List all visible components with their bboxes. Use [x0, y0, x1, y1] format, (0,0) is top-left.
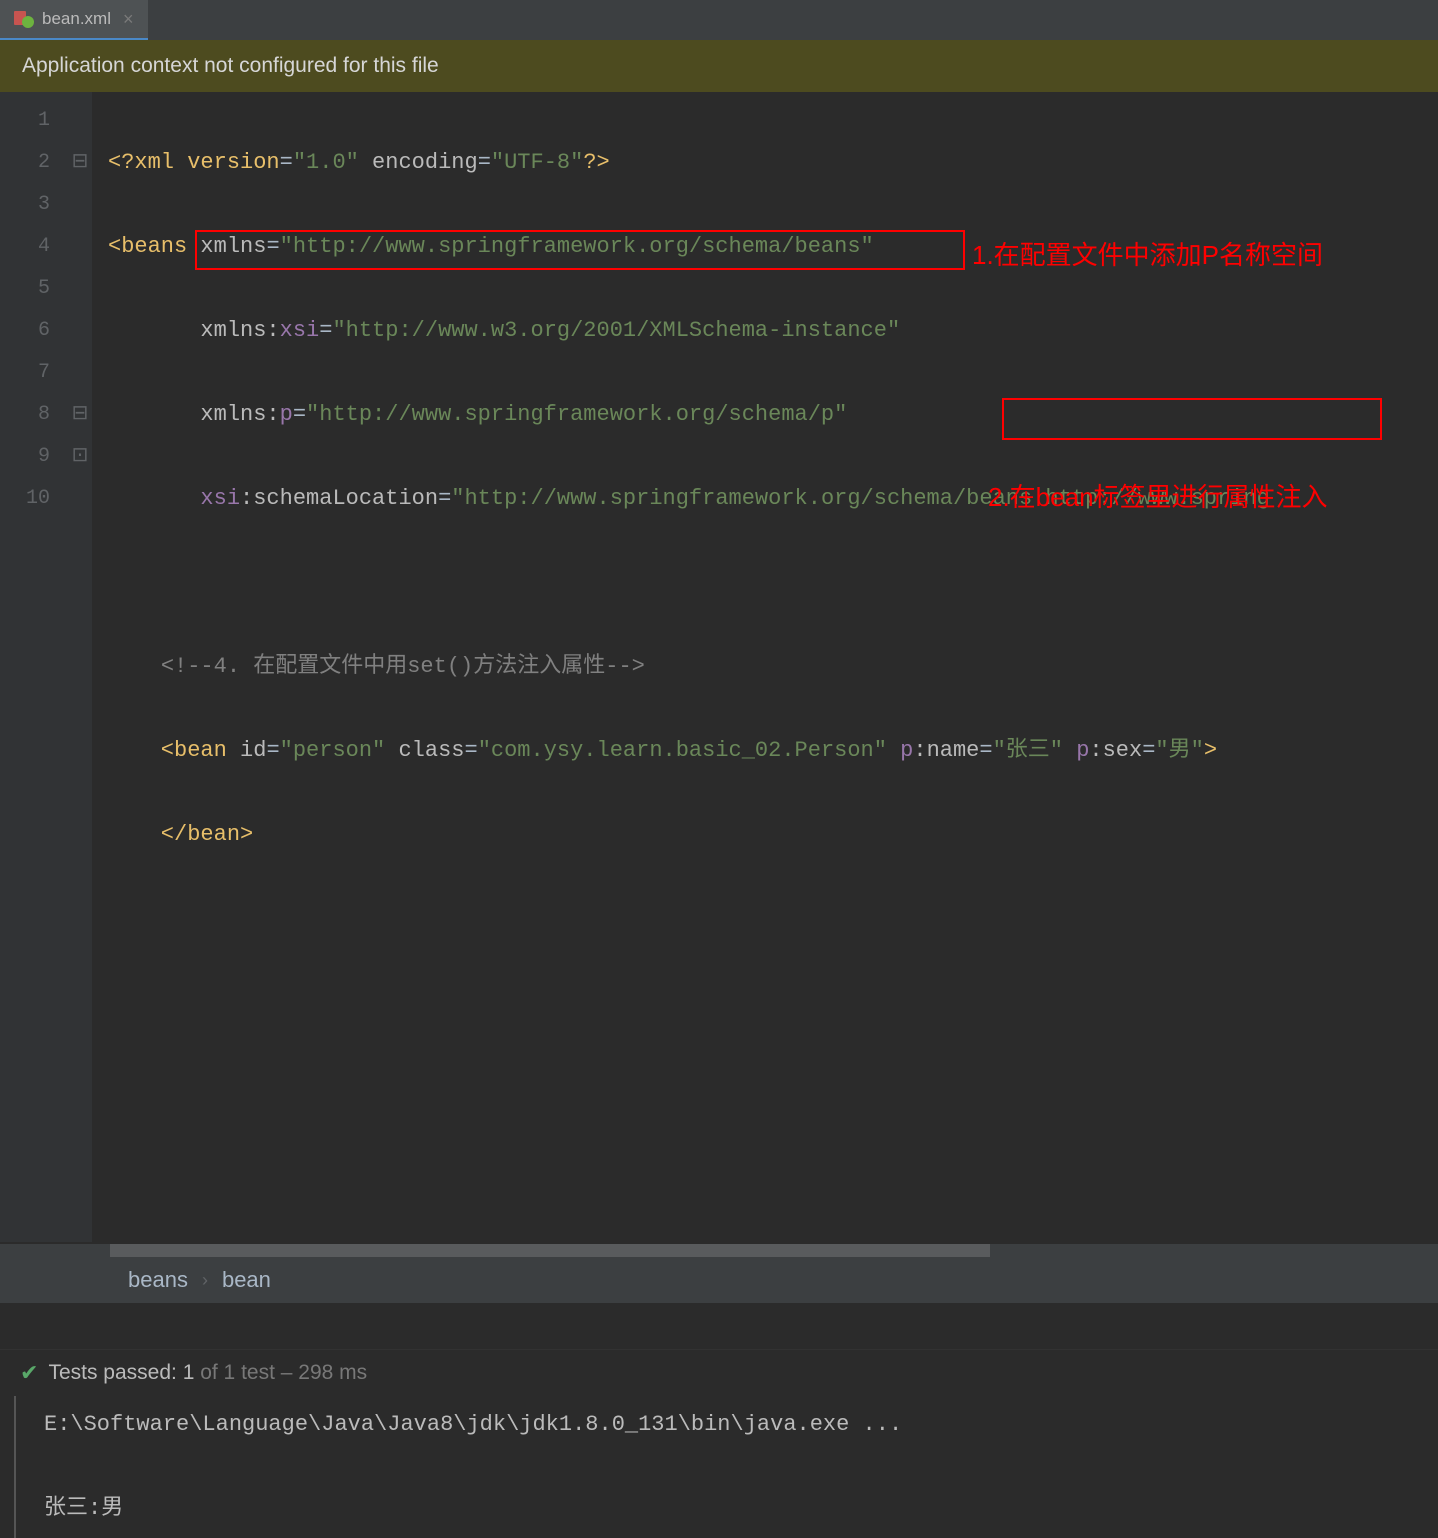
breadcrumb-item[interactable]: beans — [128, 1267, 188, 1293]
scrollbar-thumb[interactable] — [110, 1244, 990, 1257]
breadcrumb-item[interactable]: bean — [222, 1267, 271, 1293]
line-number[interactable]: 3 — [0, 184, 50, 226]
editor-area: 1 2 3 4 5 6 7 8 9 10 ⊟ ⊟ ⊡ <?xml version… — [0, 92, 1438, 1242]
terminal-line — [44, 1446, 1410, 1488]
line-number-gutter: 1 2 3 4 5 6 7 8 9 10 — [0, 92, 68, 1242]
editor-tab[interactable]: bean.xml × — [0, 0, 148, 40]
line-number[interactable]: 8 — [0, 394, 50, 436]
annotation-text-2: 2.在bean标签里进行属性注入 — [988, 476, 1328, 518]
terminal-line: 张三:男 — [44, 1488, 1410, 1530]
fold-collapse-icon[interactable]: ⊟ — [68, 142, 92, 184]
check-icon: ✔ — [20, 1360, 38, 1386]
breadcrumb-separator-icon: › — [202, 1270, 208, 1291]
line-number[interactable]: 6 — [0, 310, 50, 352]
line-number[interactable]: 5 — [0, 268, 50, 310]
line-number[interactable]: 10 — [0, 478, 50, 520]
terminal-output[interactable]: E:\Software\Language\Java\Java8\jdk\jdk1… — [14, 1396, 1438, 1538]
terminal-line: E:\Software\Language\Java\Java8\jdk\jdk1… — [44, 1404, 1410, 1446]
context-banner[interactable]: Application context not configured for t… — [0, 40, 1438, 92]
horizontal-scrollbar[interactable] — [0, 1244, 1438, 1257]
breadcrumb-bar: beans › bean — [0, 1257, 1438, 1303]
fold-gutter: ⊟ ⊟ ⊡ — [68, 92, 92, 1242]
test-pass-count: 1 — [183, 1361, 195, 1384]
fold-collapse-icon[interactable]: ⊟ — [68, 394, 92, 436]
line-number[interactable]: 4 — [0, 226, 50, 268]
tab-filename: bean.xml — [42, 9, 111, 29]
spring-file-icon — [14, 9, 34, 29]
line-number[interactable]: 9 — [0, 436, 50, 478]
close-tab-icon[interactable]: × — [123, 9, 134, 30]
line-number[interactable]: 1 — [0, 100, 50, 142]
fold-expand-icon[interactable]: ⊡ — [68, 436, 92, 478]
line-number[interactable]: 2 — [0, 142, 50, 184]
tab-bar: bean.xml × — [0, 0, 1438, 40]
line-number[interactable]: 7 — [0, 352, 50, 394]
test-results-panel: ✔ Tests passed: 1 of 1 test – 298 ms E:\… — [0, 1349, 1438, 1538]
test-total-info: of 1 test – 298 ms — [194, 1361, 367, 1384]
code-content[interactable]: <?xml version="1.0" encoding="UTF-8"?> <… — [92, 92, 1438, 1242]
test-status-bar[interactable]: ✔ Tests passed: 1 of 1 test – 298 ms — [0, 1349, 1438, 1396]
test-status-label: Tests passed: — [48, 1361, 176, 1384]
banner-text: Application context not configured for t… — [22, 54, 439, 77]
annotation-text-1: 1.在配置文件中添加P名称空间 — [972, 234, 1323, 276]
